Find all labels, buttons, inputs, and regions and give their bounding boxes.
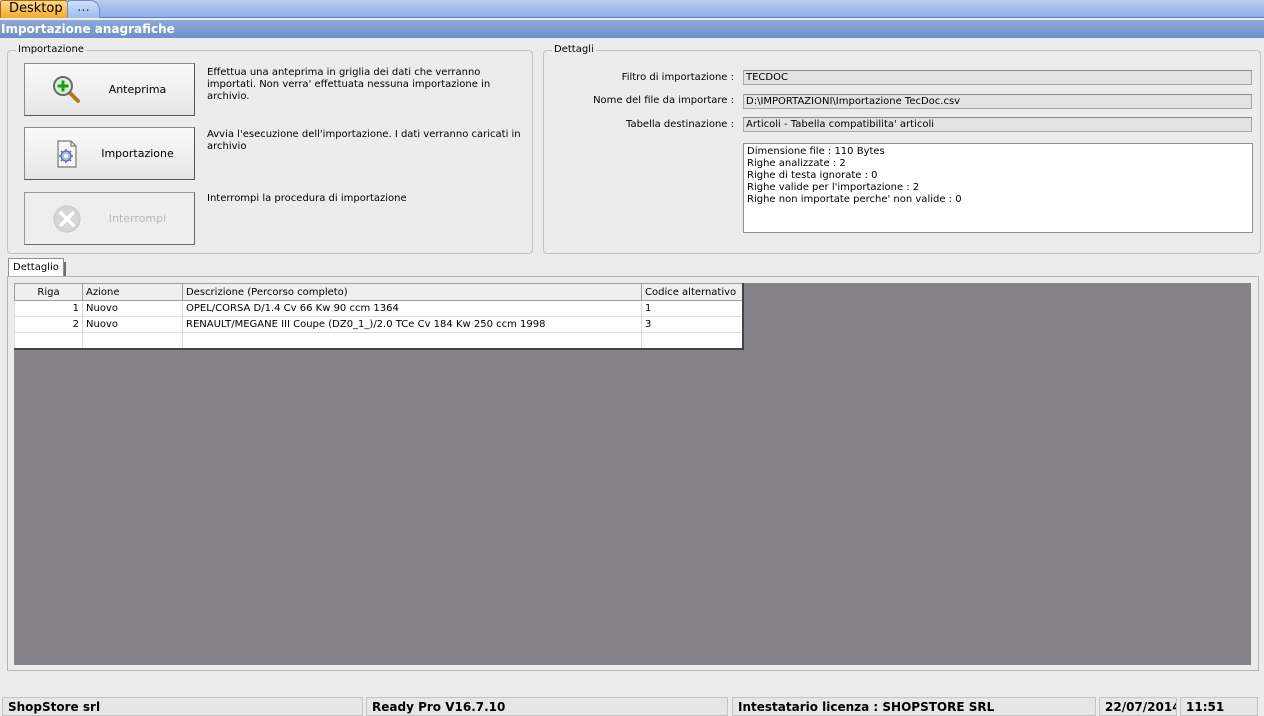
column-header-riga[interactable]: Riga bbox=[14, 283, 83, 301]
cell-codice-alternativo[interactable] bbox=[641, 332, 744, 350]
column-header-azione[interactable]: Azione bbox=[82, 283, 183, 301]
cell-azione[interactable]: Nuovo bbox=[82, 316, 183, 333]
summary-line: Righe analizzate : 2 bbox=[747, 158, 846, 169]
cell-codice-alternativo[interactable]: 3 bbox=[641, 316, 744, 333]
tab-desktop[interactable]: Desktop bbox=[0, 0, 72, 18]
importazione-button[interactable]: Importazione bbox=[24, 127, 195, 180]
interrompi-button[interactable]: Interrompi bbox=[24, 192, 195, 245]
import-preview-grid: Riga Azione Descrizione (Percorso comple… bbox=[14, 283, 744, 350]
cancel-icon bbox=[51, 203, 83, 235]
table-row[interactable]: 1 Nuovo OPEL/CORSA D/1.4 Cv 66 Kw 90 ccm… bbox=[14, 300, 744, 317]
grid-header-row: Riga Azione Descrizione (Percorso comple… bbox=[14, 283, 744, 301]
interrompi-description: Interrompi la procedura di importazione bbox=[207, 193, 407, 204]
summary-line: Righe valide per l'importazione : 2 bbox=[747, 182, 920, 193]
nome-file-field: D:\IMPORTAZIONI\Importazione TecDoc.csv bbox=[743, 94, 1252, 109]
tabella-destinazione-label: Tabella destinazione : bbox=[625, 119, 734, 130]
status-time: 11:51 bbox=[1180, 697, 1258, 716]
status-company: ShopStore srl bbox=[2, 697, 363, 716]
filtro-label: Filtro di importazione : bbox=[621, 72, 734, 83]
cell-azione[interactable] bbox=[82, 332, 183, 350]
document-gear-icon bbox=[51, 138, 83, 170]
cell-descrizione[interactable] bbox=[182, 332, 642, 350]
cell-codice-alternativo[interactable]: 1 bbox=[641, 300, 744, 317]
summary-line: Righe di testa ignorate : 0 bbox=[747, 170, 878, 181]
cell-descrizione[interactable]: OPEL/CORSA D/1.4 Cv 66 Kw 90 ccm 1364 bbox=[182, 300, 642, 317]
column-header-descrizione[interactable]: Descrizione (Percorso completo) bbox=[182, 283, 642, 301]
cell-descrizione[interactable]: RENAULT/MEGANE III Coupe (DZ0_1_)/2.0 TC… bbox=[182, 316, 642, 333]
status-version: Ready Pro V16.7.10 bbox=[366, 697, 728, 716]
status-license: Intestatario licenza : SHOPSTORE SRL bbox=[732, 697, 1096, 716]
window-title: Importazione anagrafiche bbox=[0, 20, 1264, 38]
anteprima-description: Effettua una anteprima in griglia dei da… bbox=[207, 67, 491, 102]
importazione-label: Importazione bbox=[101, 147, 174, 160]
tab-dettaglio[interactable]: Dettaglio bbox=[8, 258, 66, 276]
column-header-codice-alternativo[interactable]: Codice alternativo bbox=[641, 283, 744, 301]
importazione-group: Importazione Anteprima Effettua una ante… bbox=[7, 44, 533, 254]
anteprima-label: Anteprima bbox=[108, 83, 167, 96]
tab-more[interactable]: ... bbox=[67, 0, 100, 18]
importazione-description: Avvia l'esecuzione dell'importazione. I … bbox=[207, 129, 521, 152]
cell-azione[interactable]: Nuovo bbox=[82, 300, 183, 317]
cell-riga[interactable]: 1 bbox=[14, 300, 83, 317]
table-row-empty[interactable] bbox=[14, 332, 744, 350]
document-tab-strip: Desktop ... bbox=[0, 0, 1264, 18]
zoom-in-icon bbox=[51, 74, 83, 106]
anteprima-button[interactable]: Anteprima bbox=[24, 63, 195, 116]
nome-file-label: Nome del file da importare : bbox=[593, 95, 734, 106]
interrompi-label: Interrompi bbox=[108, 212, 167, 225]
cell-riga[interactable] bbox=[14, 332, 83, 350]
importazione-legend: Importazione bbox=[16, 44, 86, 55]
filtro-field: TECDOC bbox=[743, 70, 1252, 85]
dettagli-group: Dettagli Filtro di importazione : TECDOC… bbox=[543, 44, 1261, 254]
cell-riga[interactable]: 2 bbox=[14, 316, 83, 333]
import-summary-box: Dimensione file : 110 Bytes Righe analiz… bbox=[743, 143, 1253, 233]
status-date: 22/07/2014 bbox=[1099, 697, 1177, 716]
tabella-destinazione-field: Articoli - Tabella compatibilita' artico… bbox=[743, 117, 1252, 132]
summary-line: Righe non importate perche' non valide :… bbox=[747, 194, 962, 205]
dettagli-legend: Dettagli bbox=[552, 44, 596, 55]
summary-line: Dimensione file : 110 Bytes bbox=[747, 146, 885, 157]
table-row[interactable]: 2 Nuovo RENAULT/MEGANE III Coupe (DZ0_1_… bbox=[14, 316, 744, 333]
